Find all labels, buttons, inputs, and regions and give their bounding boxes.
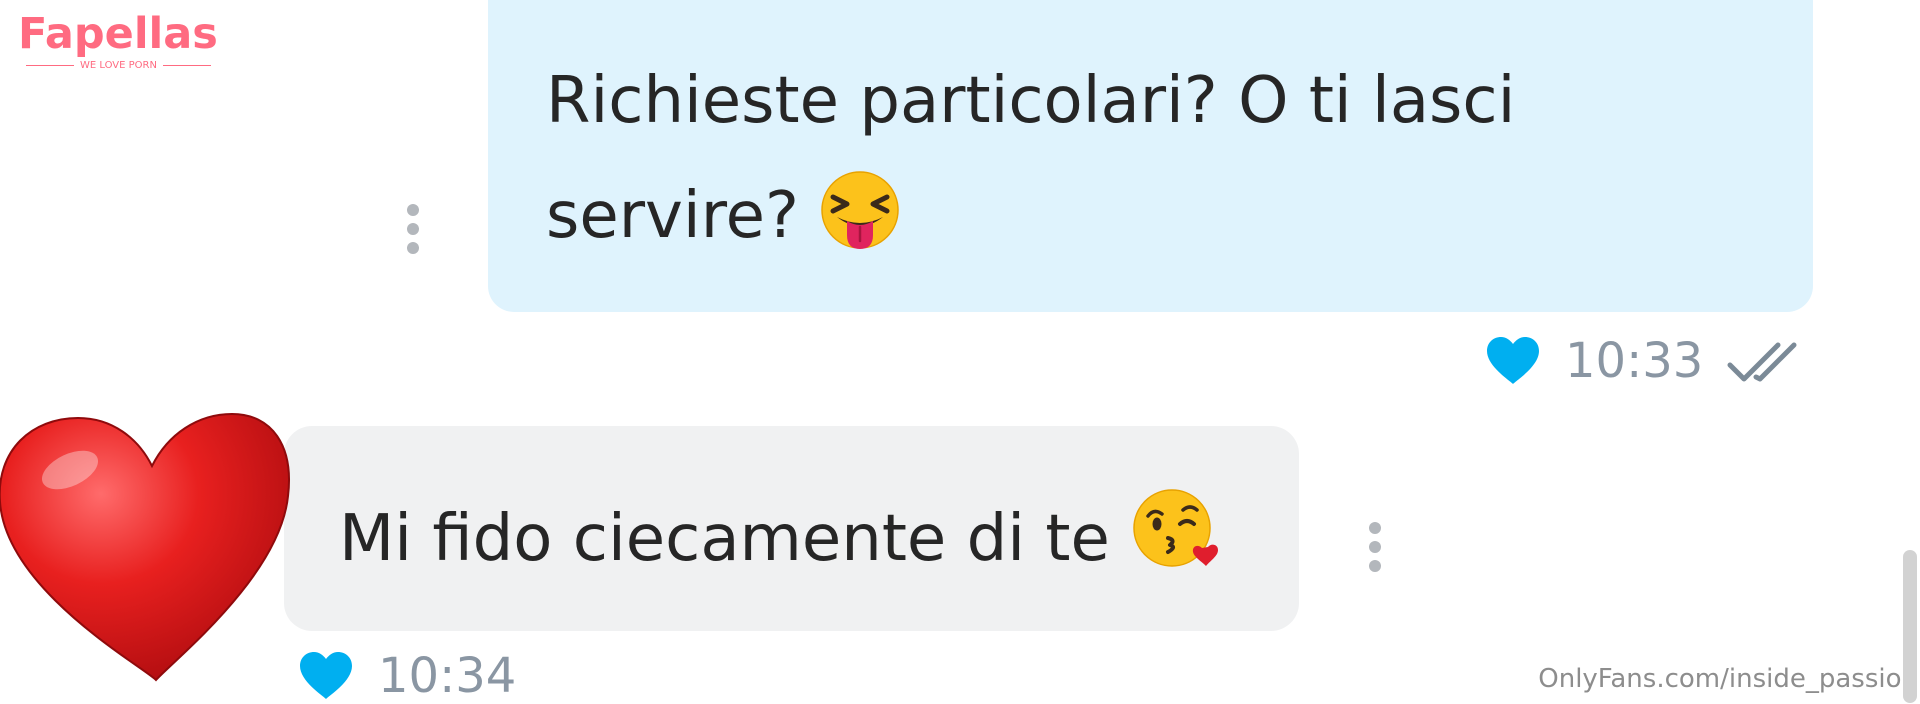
double-check-icon: [1727, 342, 1797, 382]
outgoing-message-bubble[interactable]: Richieste particolari? O ti lasci servir…: [488, 0, 1813, 312]
watermark-logo: Fapellas WE LOVE PORN: [18, 8, 223, 71]
outgoing-message-meta: 10:33: [1485, 330, 1811, 392]
watermark-credit: OnlyFans.com/inside_passion: [1538, 664, 1918, 694]
watermark-brand: Fapellas: [18, 9, 218, 59]
message-time: 10:34: [378, 648, 517, 704]
dot: [1369, 541, 1381, 553]
message-options-button[interactable]: [407, 204, 419, 254]
red-heart-icon: [0, 412, 290, 682]
message-text-content: Mi fido ciecamente di te: [339, 502, 1110, 576]
dot: [407, 242, 419, 254]
like-heart-icon[interactable]: [298, 651, 354, 701]
message-options-button[interactable]: [1369, 522, 1381, 572]
incoming-message-bubble[interactable]: Mi fido ciecamente di te: [284, 426, 1299, 631]
dot: [407, 204, 419, 216]
message-time: 10:33: [1565, 333, 1704, 389]
divider: [162, 65, 211, 66]
scrollbar[interactable]: [1903, 550, 1917, 703]
incoming-message-meta: 10:34: [298, 648, 516, 704]
message-text: Mi fido ciecamente di te: [339, 486, 1219, 579]
dot: [1369, 560, 1381, 572]
dot: [407, 223, 419, 235]
like-heart-icon[interactable]: [1485, 336, 1541, 386]
watermark-tag: WE LOVE PORN: [26, 60, 223, 71]
message-text-content: Richieste particolari? O ti lasci servir…: [546, 64, 1516, 253]
squinting-tongue-emoji-icon: [821, 171, 900, 249]
watermark-tagline: WE LOVE PORN: [80, 60, 157, 71]
message-text: Richieste particolari? O ti lasci servir…: [546, 44, 1626, 274]
dot: [1369, 522, 1381, 534]
kissing-face-emoji-icon: [1133, 489, 1219, 567]
divider: [26, 65, 74, 66]
